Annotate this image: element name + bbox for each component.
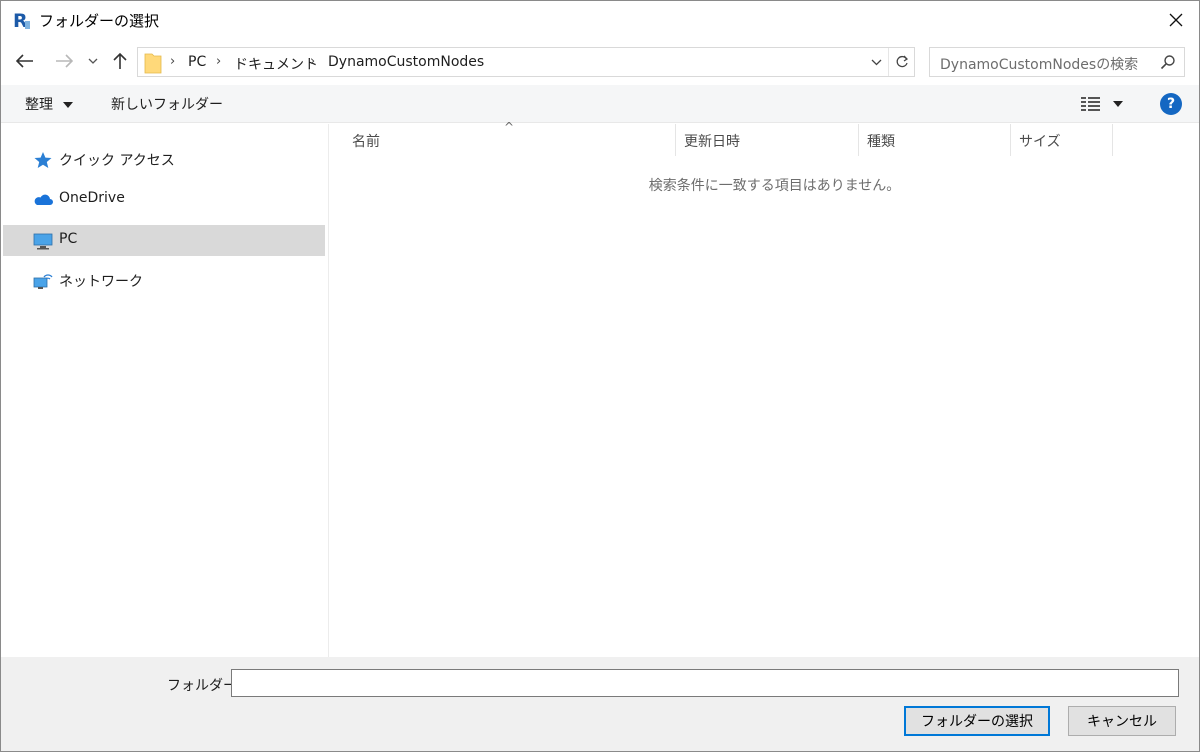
recent-locations-button[interactable] [83, 49, 103, 73]
command-toolbar: 整理 新しいフォルダー ? [1, 85, 1199, 123]
column-header-label: 種類 [867, 134, 895, 150]
nav-item-quick-access[interactable]: クイック アクセス [3, 144, 325, 175]
column-header-label: 更新日時 [684, 134, 740, 150]
arrow-up-icon [113, 52, 127, 69]
column-header-label: サイズ [1019, 134, 1061, 150]
nav-item-onedrive[interactable]: OneDrive [3, 184, 325, 215]
details-view-icon [1081, 97, 1123, 111]
nav-item-network[interactable]: ネットワーク [3, 265, 325, 296]
breadcrumb-separator: › [216, 54, 222, 69]
refresh-button[interactable] [888, 48, 914, 76]
nav-item-label: クイック アクセス [59, 153, 175, 169]
quick-access-star-icon [33, 151, 53, 169]
breadcrumb-documents[interactable]: ドキュメント [234, 54, 318, 74]
organize-menu-button[interactable]: 整理 [25, 94, 74, 114]
dialog-footer: フォルダー: フォルダーの選択 キャンセル [1, 657, 1199, 751]
column-header-label: 名前 [352, 134, 380, 150]
search-box[interactable]: DynamoCustomNodesの検索 [929, 47, 1185, 77]
breadcrumb-separator: › [310, 54, 316, 69]
caret-down-icon [63, 102, 74, 108]
up-button[interactable] [108, 49, 132, 73]
search-placeholder: DynamoCustomNodesの検索 [940, 57, 1139, 73]
nav-item-label: ネットワーク [59, 274, 143, 290]
close-button[interactable] [1153, 1, 1199, 39]
forward-button[interactable] [52, 49, 76, 73]
cancel-button[interactable]: キャンセル [1068, 706, 1176, 736]
back-button[interactable] [13, 49, 37, 73]
organize-label: 整理 [25, 97, 53, 113]
sort-ascending-icon: ^ [504, 120, 515, 134]
network-icon [33, 272, 53, 290]
onedrive-cloud-icon [33, 191, 53, 209]
column-header-type[interactable]: 種類 [859, 124, 1011, 156]
close-icon [1169, 13, 1183, 27]
pc-monitor-icon [33, 232, 53, 250]
search-icon[interactable] [1160, 54, 1176, 70]
address-history-dropdown[interactable] [864, 48, 888, 76]
help-button[interactable]: ? [1160, 93, 1182, 115]
nav-item-label: OneDrive [59, 190, 125, 206]
folder-select-dialog: R フォルダーの選択 › PC › ドキュメント › DynamoCustomN… [0, 0, 1200, 752]
window-title: フォルダーの選択 [39, 12, 160, 30]
empty-results-message: 検索条件に一致する項目はありません。 [648, 178, 901, 194]
arrow-left-icon [16, 54, 33, 68]
chevron-down-icon [88, 58, 98, 64]
column-header-size[interactable]: サイズ [1011, 124, 1113, 156]
breadcrumb-separator: › [170, 54, 176, 69]
chevron-down-icon [871, 59, 881, 65]
nav-item-label: PC [59, 231, 78, 247]
column-header-name[interactable]: ^ 名前 [330, 120, 676, 156]
column-header-date-modified[interactable]: 更新日時 [676, 124, 859, 156]
breadcrumb-pc[interactable]: PC [188, 54, 206, 70]
navigation-pane: クイック アクセス OneDrive PC ネットワーク [1, 124, 329, 657]
folder-name-input[interactable] [231, 669, 1179, 697]
address-bar[interactable]: › PC › ドキュメント › DynamoCustomNodes [137, 47, 915, 77]
folder-icon [144, 52, 162, 74]
select-folder-button[interactable]: フォルダーの選択 [904, 706, 1050, 736]
address-row: › PC › ドキュメント › DynamoCustomNodes Dynamo… [1, 41, 1199, 83]
nav-item-pc[interactable]: PC [3, 225, 325, 256]
refresh-icon [896, 55, 908, 68]
change-view-button[interactable] [1077, 95, 1127, 113]
arrow-right-icon [56, 54, 73, 68]
revit-app-icon: R [11, 9, 31, 32]
title-bar: R フォルダーの選択 [1, 1, 1199, 39]
file-list-pane: ^ 名前 更新日時 種類 サイズ 検索条件に一致する項目はありません。 [330, 120, 1199, 657]
breadcrumb-dynamocustomnodes[interactable]: DynamoCustomNodes [328, 54, 484, 70]
new-folder-button[interactable]: 新しいフォルダー [111, 94, 223, 114]
